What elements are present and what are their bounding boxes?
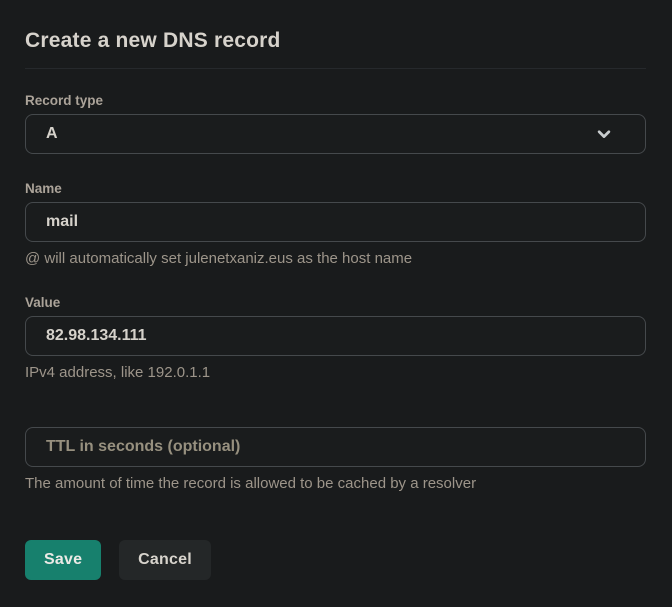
name-label: Name [25, 181, 62, 196]
record-type-label: Record type [25, 93, 104, 108]
value-label: Value [25, 295, 61, 310]
ttl-input[interactable] [25, 427, 646, 467]
name-field-group: Name @ will automatically set julenetxan… [25, 180, 646, 268]
record-type-selected-value: A [46, 125, 58, 142]
ttl-field-group: The amount of time the record is allowed… [25, 427, 646, 493]
create-dns-record-form: Create a new DNS record Record type A Na… [0, 0, 672, 607]
record-type-field-group: Record type A [25, 92, 646, 154]
save-button[interactable]: Save [25, 540, 102, 580]
cancel-button[interactable]: Cancel [119, 540, 211, 580]
value-input[interactable] [25, 316, 646, 356]
value-field-group: Value IPv4 address, like 192.0.1.1 [25, 294, 646, 382]
chevron-down-icon [597, 130, 611, 138]
title-divider [25, 68, 646, 69]
page-title: Create a new DNS record [25, 29, 281, 52]
ttl-helper-text: The amount of time the record is allowed… [25, 475, 477, 492]
name-helper-text: @ will automatically set julenetxaniz.eu… [25, 250, 413, 267]
record-type-select[interactable]: A [25, 114, 646, 154]
value-helper-text: IPv4 address, like 192.0.1.1 [25, 364, 211, 381]
form-actions: Save Cancel [25, 540, 646, 580]
name-input[interactable] [25, 202, 646, 242]
